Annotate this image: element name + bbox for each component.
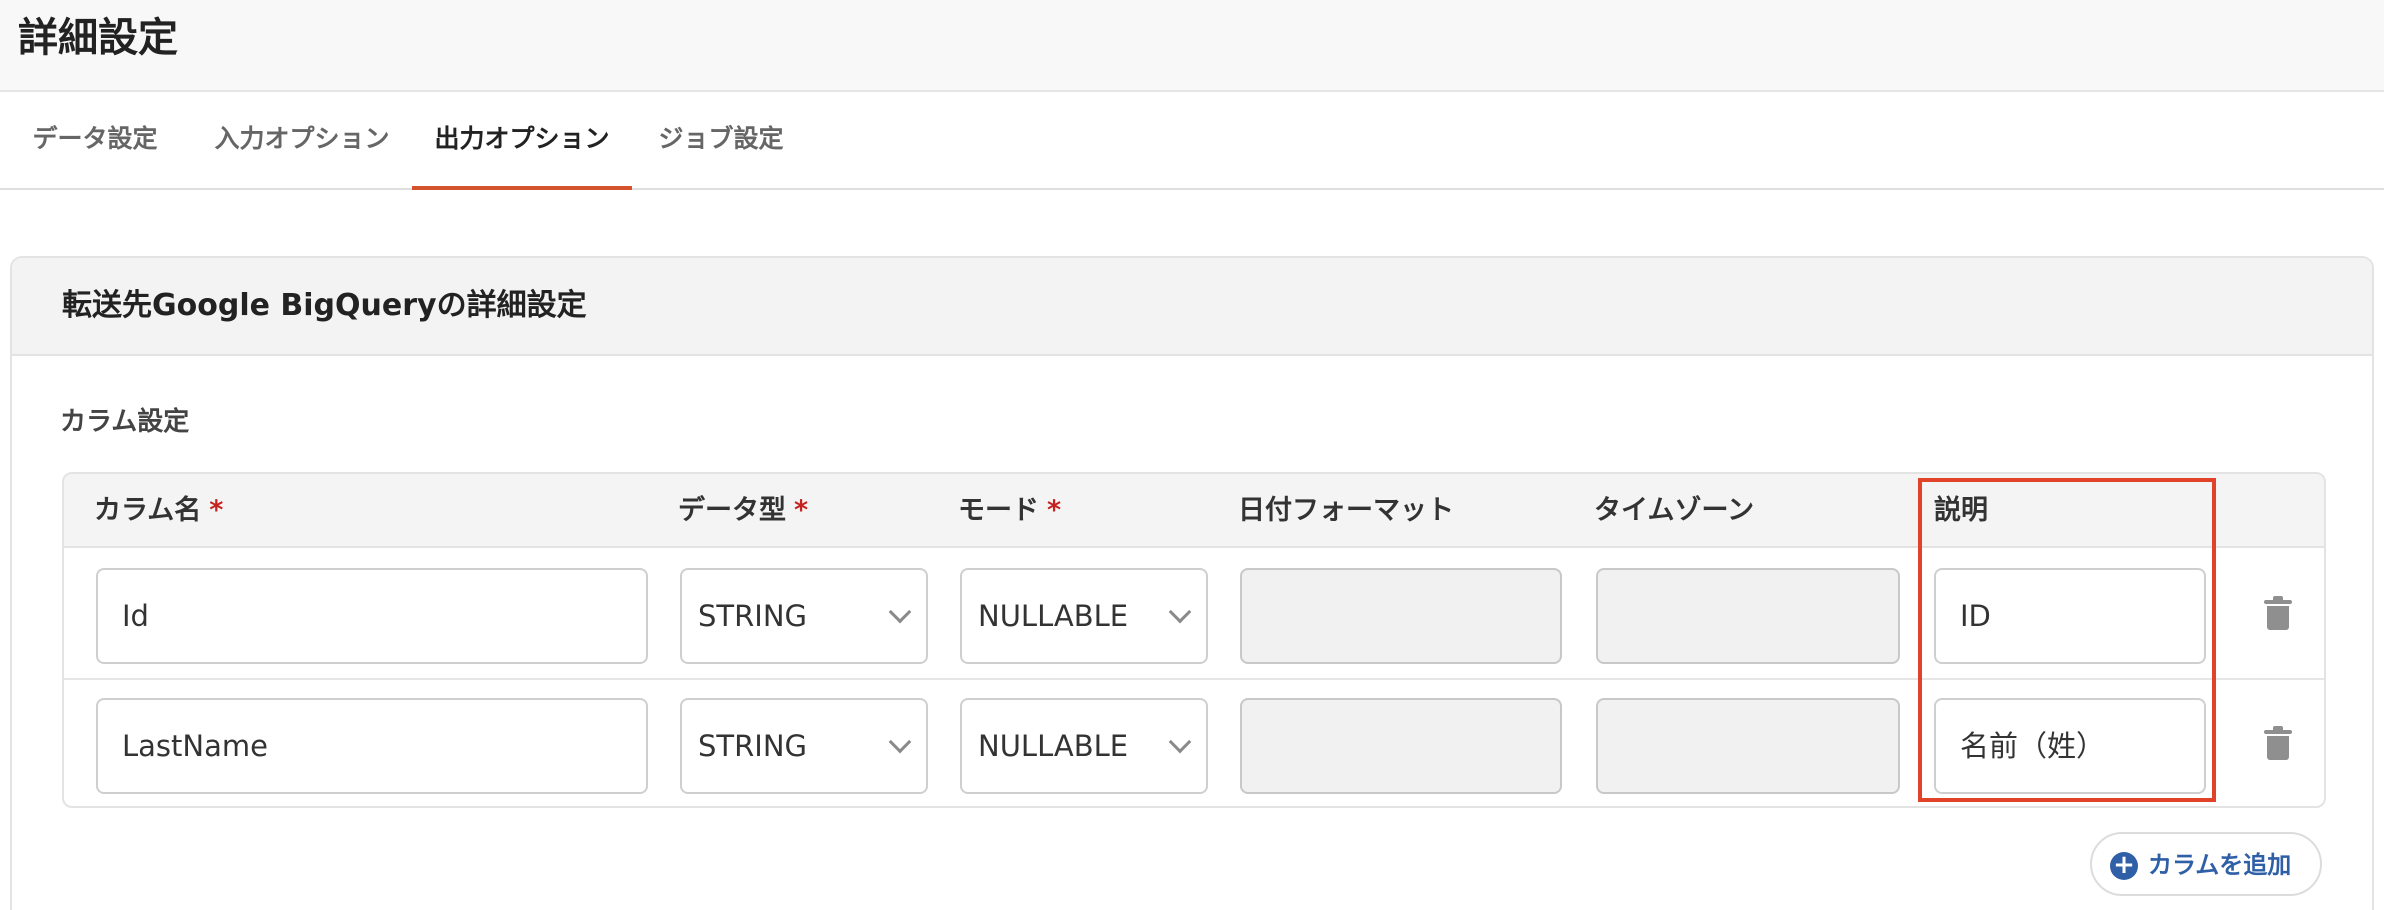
plus-circle-icon: + [2110,852,2138,880]
data-type-select[interactable]: STRING [680,698,928,794]
required-mark: * [1047,495,1062,526]
date-format-input [1240,698,1562,794]
panel-header: 転送先Google BigQueryの詳細設定 [12,258,2372,356]
tab-output-options[interactable]: 出力オプション [412,94,632,190]
header-column-name: カラム名 * [94,495,224,526]
column-name-input[interactable]: Id [96,568,648,664]
timezone-input [1596,568,1900,664]
description-column-highlight [1918,478,2216,802]
trash-icon[interactable] [2264,596,2292,630]
chevron-down-icon [1168,600,1192,624]
trash-icon[interactable] [2264,726,2292,760]
header-date-format: 日付フォーマット [1238,495,1454,526]
panel-title: 転送先Google BigQueryの詳細設定 [62,288,587,323]
required-mark: * [209,495,224,526]
chevron-down-icon [888,730,912,754]
header-data-type: データ型 * [678,495,809,526]
chevron-down-icon [888,600,912,624]
tab-input-options[interactable]: 入力オプション [214,94,390,190]
timezone-input [1596,698,1900,794]
tab-job-settings[interactable]: ジョブ設定 [654,94,788,190]
add-column-label: カラムを追加 [2148,851,2292,879]
page-title: 詳細設定 [18,15,178,61]
add-column-button[interactable]: + カラムを追加 [2090,832,2322,896]
tab-bar: データ設定 入力オプション 出力オプション ジョブ設定 [0,94,2384,190]
header-bar: 詳細設定 [0,0,2384,92]
column-name-input[interactable]: LastName [96,698,648,794]
mode-select[interactable]: NULLABLE [960,568,1208,664]
tab-data-settings[interactable]: データ設定 [28,94,162,190]
header-timezone: タイムゾーン [1594,495,1755,526]
header-mode: モード * [958,495,1062,526]
chevron-down-icon [1168,730,1192,754]
mode-select[interactable]: NULLABLE [960,698,1208,794]
column-settings-label: カラム設定 [60,407,190,437]
data-type-select[interactable]: STRING [680,568,928,664]
date-format-input [1240,568,1562,664]
required-mark: * [794,495,809,526]
